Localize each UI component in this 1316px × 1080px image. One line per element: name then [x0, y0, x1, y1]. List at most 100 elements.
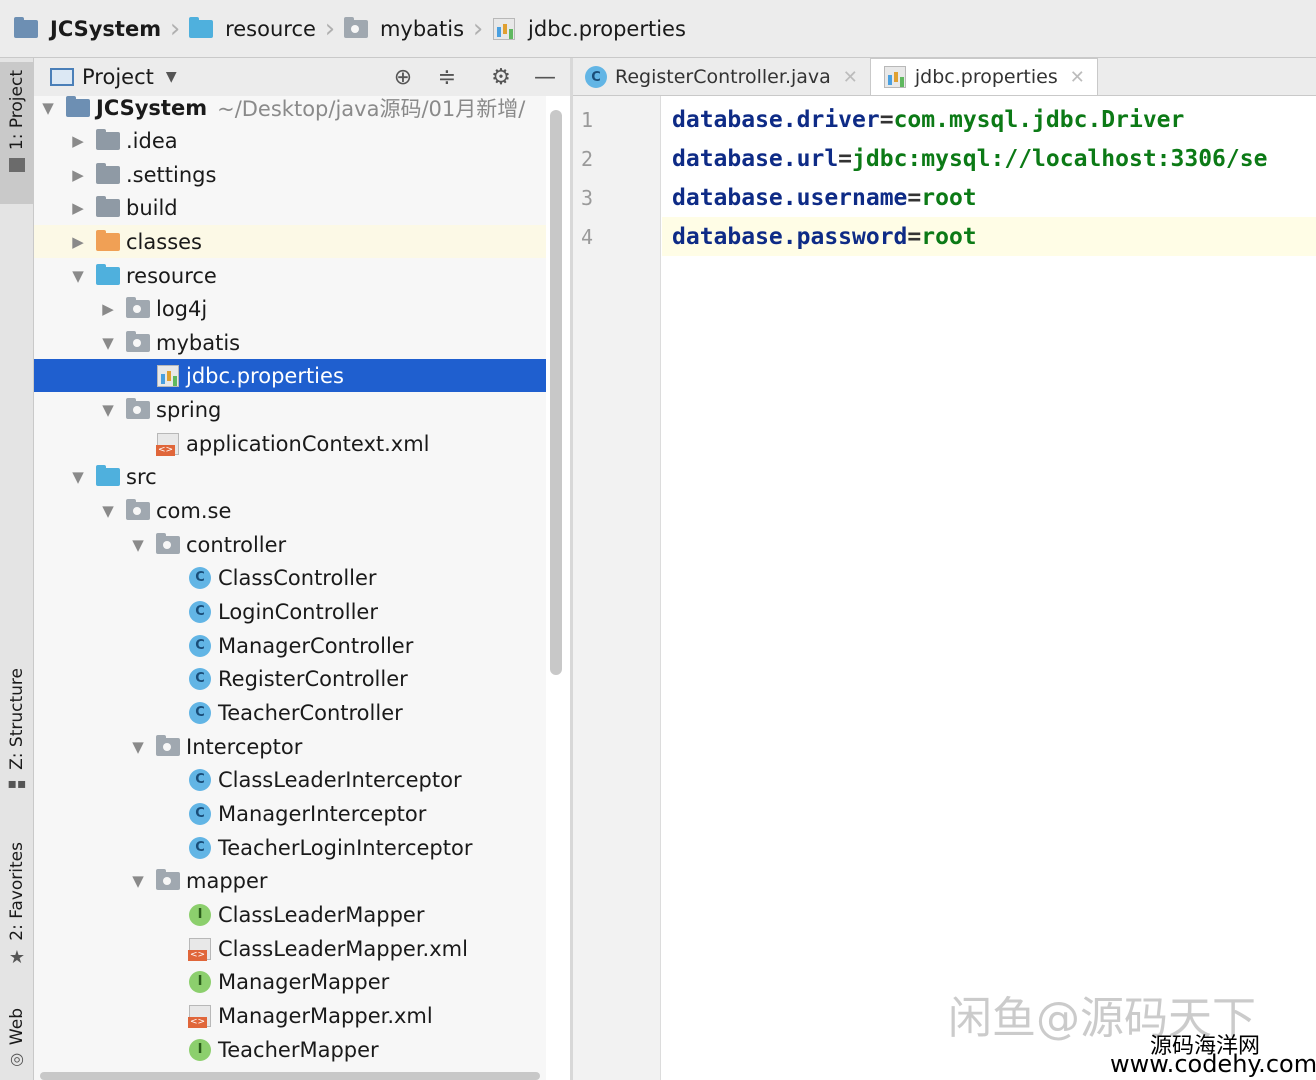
tree-item-label: mybatis	[156, 330, 241, 355]
close-icon[interactable]: ✕	[843, 67, 858, 88]
equals-sign: =	[879, 106, 894, 133]
chevron-right-icon: ▶	[72, 165, 84, 184]
tree-item-application-context-xml[interactable]: applicationContext.xml	[34, 427, 546, 460]
tree-item-teacher-mapper[interactable]: I TeacherMapper	[34, 1033, 546, 1066]
class-icon: C	[188, 836, 212, 859]
tab-structure-tool[interactable]: Z: Structure ▪▪	[0, 668, 34, 818]
tree-item-login-controller[interactable]: C LoginController	[34, 595, 546, 628]
collapse-all-icon[interactable]: ≑	[430, 58, 464, 96]
tree-item-label: ManagerMapper.xml	[218, 1003, 433, 1028]
tree-item-manager-interceptor[interactable]: C ManagerInterceptor	[34, 797, 546, 830]
tree-item-label: ClassLeaderMapper.xml	[218, 936, 468, 961]
tree-item-label: ClassLeaderMapper	[218, 902, 425, 927]
chevron-right-icon: ›	[324, 13, 336, 44]
tree-item-teacher-login-interceptor[interactable]: C TeacherLoginInterceptor	[34, 831, 546, 864]
breadcrumb-jcsystem[interactable]: JCSystem	[14, 0, 161, 57]
package-icon	[156, 868, 180, 892]
folder-icon	[96, 162, 120, 186]
tree-item-build[interactable]: ▶ build	[34, 191, 546, 224]
tree-item-idea[interactable]: ▶ .idea	[34, 124, 546, 157]
tree-item-class-leader-mapper-xml[interactable]: ClassLeaderMapper.xml	[34, 932, 546, 965]
tree-item-register-controller[interactable]: C RegisterController	[34, 662, 546, 695]
tool-window-strip: 1: Project Z: Structure ▪▪ 2: Favorites …	[0, 58, 34, 1080]
tree-item-class-controller[interactable]: C ClassController	[34, 561, 546, 594]
class-icon: C	[188, 634, 212, 657]
properties-file-icon	[492, 17, 516, 40]
tree-item-jdbc-properties[interactable]: jdbc.properties	[34, 359, 546, 392]
chevron-right-icon: ▶	[72, 198, 84, 217]
code-line[interactable]: database.url = jdbc:mysql://localhost:3306…	[662, 139, 1316, 178]
tree-item-classes[interactable]: ▶ classes	[34, 225, 546, 258]
gear-icon[interactable]: ⚙	[484, 58, 518, 96]
tree-item-class-leader-mapper[interactable]: I ClassLeaderMapper	[34, 898, 546, 931]
tree-item-label: spring	[156, 397, 222, 422]
tree-item-label: resource	[126, 263, 217, 288]
site-url: www.codehy.com	[1110, 1050, 1316, 1078]
property-value: com.mysql.jdbc.Driver	[893, 106, 1185, 133]
interface-icon: I	[188, 970, 212, 993]
module-icon	[66, 96, 90, 119]
chevron-down-icon: ▼	[72, 467, 84, 486]
project-view-selector[interactable]: Project	[82, 65, 154, 89]
navigation-bar: JCSystem › resource › mybatis › jdbc.pro…	[0, 0, 1316, 58]
breadcrumb-resource[interactable]: resource	[189, 0, 316, 57]
tree-item-mybatis[interactable]: ▼ mybatis	[34, 326, 546, 359]
code-line[interactable]: database.username = root	[662, 178, 1316, 217]
tree-item-label: TeacherController	[218, 700, 403, 725]
chevron-right-icon: ▶	[72, 131, 84, 150]
folder-icon	[96, 128, 120, 152]
tree-item-label: classes	[126, 229, 202, 254]
tree-item-mapper[interactable]: ▼ mapper	[34, 864, 546, 897]
properties-file-icon	[883, 66, 907, 88]
tree-item-label: src	[126, 464, 157, 489]
breadcrumb-mybatis[interactable]: mybatis	[343, 0, 464, 57]
package-icon	[126, 330, 150, 354]
tree-item-controller[interactable]: ▼ controller	[34, 528, 546, 561]
tree-item-teacher-controller[interactable]: C TeacherController	[34, 696, 546, 729]
tree-item-label: com.se	[156, 498, 232, 523]
tree-item-label: RegisterController	[218, 666, 408, 691]
chevron-right-icon: ▶	[102, 299, 114, 318]
code-editor[interactable]: database.driver = com.mysql.jdbc.Driver da…	[662, 96, 1316, 1080]
tree-item-label: .idea	[126, 128, 178, 153]
tab-jdbc-properties[interactable]: jdbc.properties ✕	[869, 58, 1098, 95]
chevron-down-icon: ▼	[132, 737, 144, 756]
tree-horizontal-scrollbar[interactable]	[40, 1072, 540, 1080]
code-line-current[interactable]: database.password = root	[662, 217, 1316, 256]
xml-file-icon	[156, 432, 180, 456]
chevron-right-icon: ›	[472, 13, 484, 44]
locate-icon[interactable]: ⊕	[386, 58, 420, 96]
tree-item-log4j[interactable]: ▶ log4j	[34, 292, 546, 325]
property-value: root	[921, 184, 977, 211]
module-icon	[14, 16, 38, 40]
close-icon[interactable]: ✕	[1070, 67, 1085, 88]
tree-item-interceptor[interactable]: ▼ Interceptor	[34, 730, 546, 763]
tree-item-manager-mapper[interactable]: I ManagerMapper	[34, 965, 546, 998]
tree-item-label: mapper	[186, 868, 268, 893]
web-tool-label: Web	[7, 1008, 27, 1046]
structure-tool-label: Z: Structure	[7, 668, 27, 770]
line-number-gutter: 1 2 3 4	[573, 96, 661, 1080]
tree-item-manager-controller[interactable]: C ManagerController	[34, 629, 546, 662]
tab-project-tool[interactable]: 1: Project	[0, 62, 34, 204]
tree-item-spring[interactable]: ▼ spring	[34, 393, 546, 426]
tree-item-com-se[interactable]: ▼ com.se	[34, 494, 546, 527]
code-line[interactable]: database.driver = com.mysql.jdbc.Driver	[662, 100, 1316, 139]
hide-panel-icon[interactable]: —	[528, 58, 562, 96]
tree-item-src[interactable]: ▼ src	[34, 460, 546, 493]
tab-web-tool[interactable]: Web ◎	[0, 1008, 34, 1078]
tab-register-controller[interactable]: C RegisterController.java ✕	[573, 59, 870, 95]
tab-label: jdbc.properties	[914, 66, 1058, 88]
tree-item-settings[interactable]: ▶ .settings	[34, 158, 546, 191]
tab-favorites-tool[interactable]: 2: Favorites ★	[0, 842, 34, 984]
tree-item-manager-mapper-xml[interactable]: ManagerMapper.xml	[34, 999, 546, 1032]
tree-vertical-scrollbar[interactable]	[550, 110, 562, 675]
tree-item-resource[interactable]: ▼ resource	[34, 259, 546, 292]
breadcrumb-jdbc-properties[interactable]: jdbc.properties	[492, 0, 686, 57]
chevron-down-icon[interactable]: ▼	[166, 69, 177, 85]
editor-tab-bar: C RegisterController.java ✕ jdbc.propert…	[573, 58, 1316, 96]
folder-icon	[9, 158, 25, 173]
tree-root-jcsystem[interactable]: ▼ JCSystem ~/Desktop/java源码/01月新增/	[34, 96, 546, 124]
tree-item-class-leader-interceptor[interactable]: C ClassLeaderInterceptor	[34, 763, 546, 796]
star-icon: ★	[8, 946, 26, 968]
